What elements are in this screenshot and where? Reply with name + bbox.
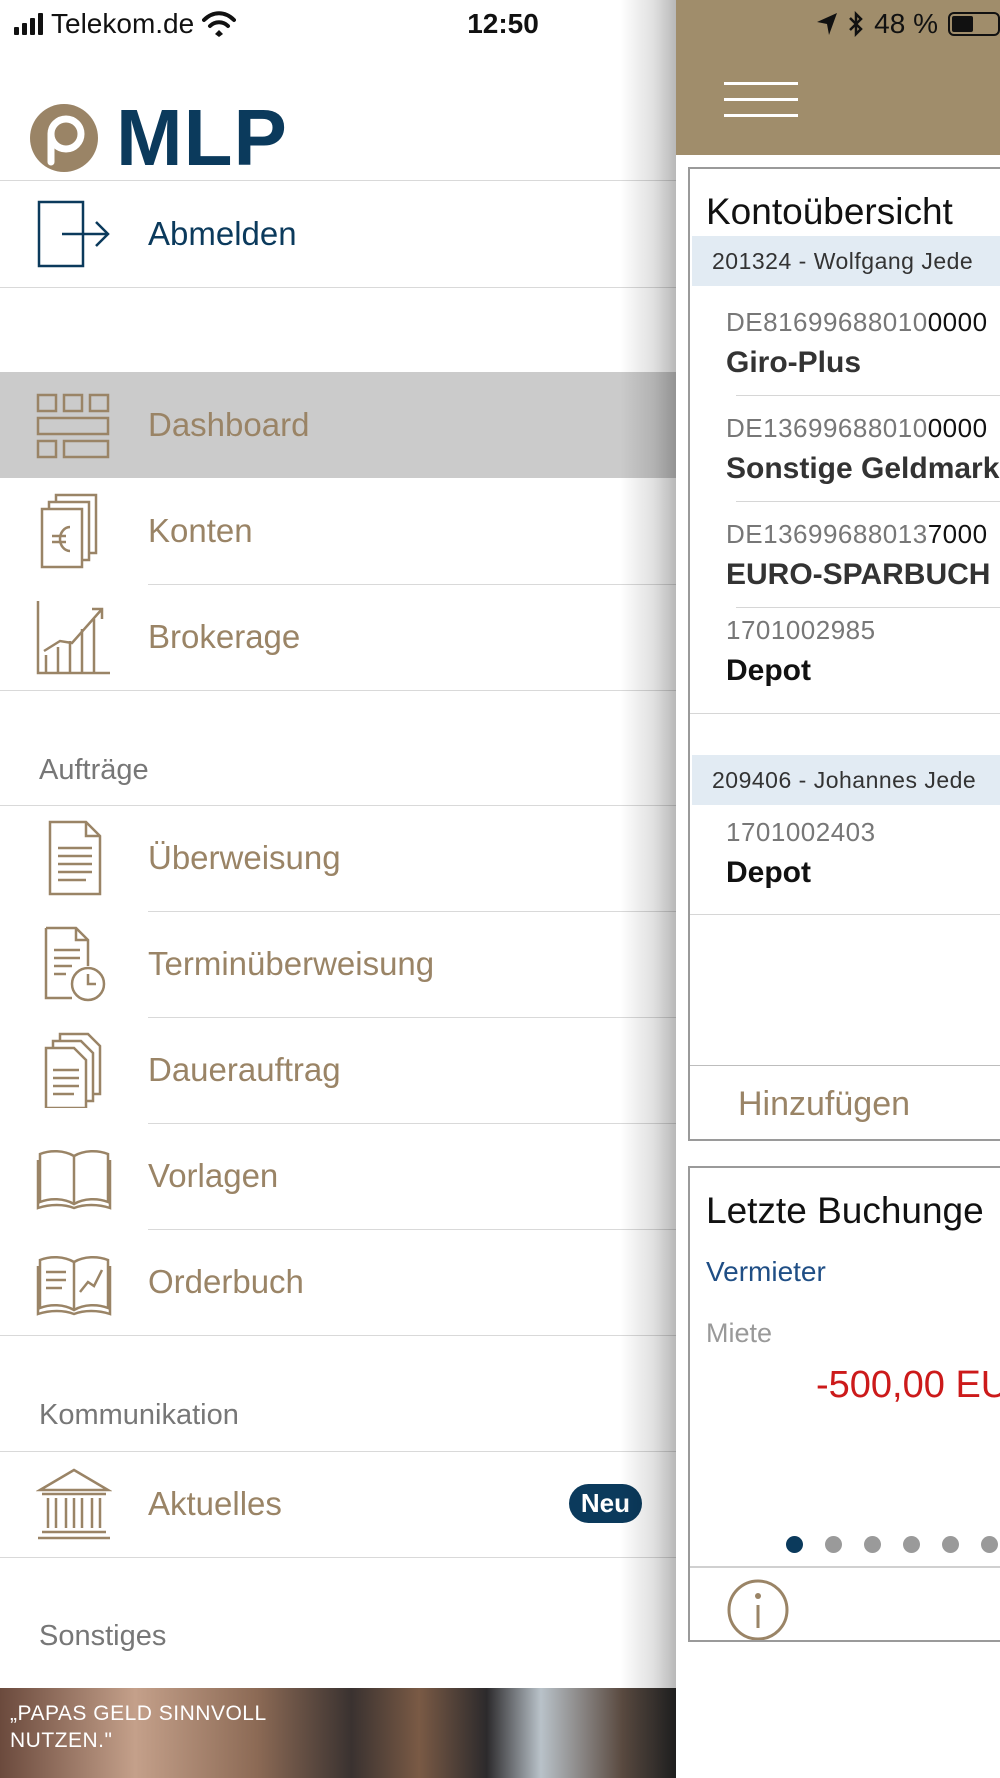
mlp-logo: MLP	[30, 98, 288, 178]
page-dot[interactable]	[903, 1536, 920, 1553]
account-name: Depot	[726, 856, 811, 889]
account-name: Giro-Plus	[726, 346, 862, 379]
side-menu: MLP Abmelden Dashboard Konten Brokerage …	[0, 0, 676, 1778]
open-book-icon	[36, 1150, 112, 1210]
logout-item[interactable]: Abmelden	[0, 181, 676, 287]
divider	[690, 914, 1000, 915]
battery-percentage: 48 %	[874, 8, 938, 39]
page-dot[interactable]	[825, 1536, 842, 1553]
booking-partner[interactable]: Vermieter	[706, 1256, 826, 1288]
bank-building-icon	[36, 1468, 112, 1540]
menu-item-label: Vorlagen	[148, 1157, 279, 1194]
account-iban: 1701002985	[726, 615, 876, 645]
document-clock-icon	[44, 926, 106, 1002]
logout-label: Abmelden	[148, 215, 297, 252]
menu-item-label: Aktuelles	[148, 1485, 282, 1522]
battery-icon	[948, 12, 1000, 36]
logo-wordmark: MLP	[116, 93, 288, 182]
account-iban: 1701002403	[726, 817, 876, 847]
account-item[interactable]: 1701002985 Depot	[726, 615, 876, 688]
account-group-header: 201324 - Wolfgang Jede	[692, 236, 1000, 286]
promo-text-line1: „PAPAS GELD SINNVOLL	[10, 1702, 267, 1725]
add-account-button[interactable]: Hinzufügen	[738, 1085, 910, 1124]
card-title: Kontoübersicht	[706, 191, 953, 232]
divider	[736, 395, 1000, 396]
booking-amount: -500,00 EU	[816, 1364, 1000, 1406]
account-iban: DE816996880100000	[726, 307, 988, 337]
euro-docs-icon	[40, 493, 98, 569]
info-icon[interactable]	[726, 1578, 790, 1642]
status-bar: Telekom.de 12:50 48 %	[0, 0, 1000, 52]
logout-icon	[37, 200, 110, 268]
account-item[interactable]: DE136996880100000 Sonstige Geldmark	[726, 413, 999, 486]
menu-item-terminueberweisung[interactable]: Terminüberweisung	[0, 911, 676, 1017]
section-header-other: Sonstiges	[39, 1620, 167, 1652]
chart-growth-icon	[36, 601, 110, 675]
section-header-orders: Aufträge	[39, 754, 149, 786]
account-item[interactable]: 1701002403 Depot	[726, 817, 876, 890]
promo-text-line2: NUTZEN."	[10, 1729, 113, 1752]
menu-item-aktuelles[interactable]: Aktuelles Neu	[0, 1451, 676, 1557]
account-name: EURO-SPARBUCH	[726, 558, 991, 591]
menu-item-vorlagen[interactable]: Vorlagen	[0, 1123, 676, 1229]
menu-item-label: Brokerage	[148, 618, 301, 655]
account-group-header: 209406 - Johannes Jede	[692, 755, 1000, 805]
menu-item-dauerauftrag[interactable]: Dauerauftrag	[0, 1017, 676, 1123]
mlp-logo-mark-icon	[30, 104, 98, 172]
menu-item-label: Dashboard	[148, 406, 310, 443]
page-dot[interactable]	[786, 1536, 803, 1553]
page-dot[interactable]	[981, 1536, 998, 1553]
account-iban: DE136996880100000	[726, 413, 988, 443]
divider	[0, 1335, 676, 1336]
card-title: Letzte Buchunge	[706, 1190, 984, 1231]
menu-item-label: Dauerauftrag	[148, 1051, 341, 1088]
recent-bookings-card: Letzte Buchunge Vermieter Miete -500,00 …	[688, 1166, 1000, 1642]
divider	[0, 690, 676, 691]
dashboard-view[interactable]: Kontoübersicht 201324 - Wolfgang Jede DE…	[676, 0, 1000, 1778]
page-dot[interactable]	[942, 1536, 959, 1553]
account-iban: DE136996880137000	[726, 519, 988, 549]
documents-stack-icon	[44, 1032, 102, 1108]
page-indicator[interactable]	[786, 1536, 998, 1553]
divider	[736, 501, 1000, 502]
divider	[0, 287, 676, 288]
booking-purpose: Miete	[706, 1318, 773, 1348]
hamburger-menu-icon[interactable]	[724, 80, 798, 120]
menu-item-label: Orderbuch	[148, 1263, 304, 1300]
menu-edge-shadow	[620, 0, 676, 1778]
account-name: Sonstige Geldmark	[726, 452, 1000, 485]
divider	[690, 713, 1000, 714]
divider	[736, 607, 1000, 608]
card-footer	[690, 1566, 1000, 1642]
page-dot[interactable]	[864, 1536, 881, 1553]
section-header-communication: Kommunikation	[39, 1399, 239, 1431]
account-item[interactable]: DE136996880137000 EURO-SPARBUCH	[726, 519, 990, 592]
account-name: Depot	[726, 654, 811, 687]
promo-banner[interactable]: „PAPAS GELD SINNVOLL NUTZEN."	[0, 1688, 676, 1778]
menu-item-brokerage[interactable]: Brokerage	[0, 584, 676, 690]
document-icon	[48, 820, 102, 896]
bluetooth-icon	[849, 11, 863, 37]
menu-item-label: Terminüberweisung	[148, 945, 435, 982]
dashboard-icon	[36, 393, 110, 459]
menu-item-orderbuch[interactable]: Orderbuch	[0, 1229, 676, 1335]
status-right: 48 %	[816, 8, 1000, 40]
book-chart-icon	[36, 1256, 112, 1316]
location-arrow-icon	[817, 13, 838, 35]
divider	[690, 1065, 1000, 1066]
menu-item-dashboard[interactable]: Dashboard	[0, 372, 676, 478]
menu-item-ueberweisung[interactable]: Überweisung	[0, 805, 676, 911]
accounts-overview-card: Kontoübersicht 201324 - Wolfgang Jede DE…	[688, 167, 1000, 1141]
promo-text: „PAPAS GELD SINNVOLL NUTZEN."	[10, 1700, 267, 1754]
menu-item-konten[interactable]: Konten	[0, 478, 676, 584]
account-item[interactable]: DE816996880100000 Giro-Plus	[726, 307, 988, 380]
menu-item-label: Konten	[148, 512, 253, 549]
divider	[0, 1557, 676, 1558]
menu-item-label: Überweisung	[148, 839, 341, 876]
